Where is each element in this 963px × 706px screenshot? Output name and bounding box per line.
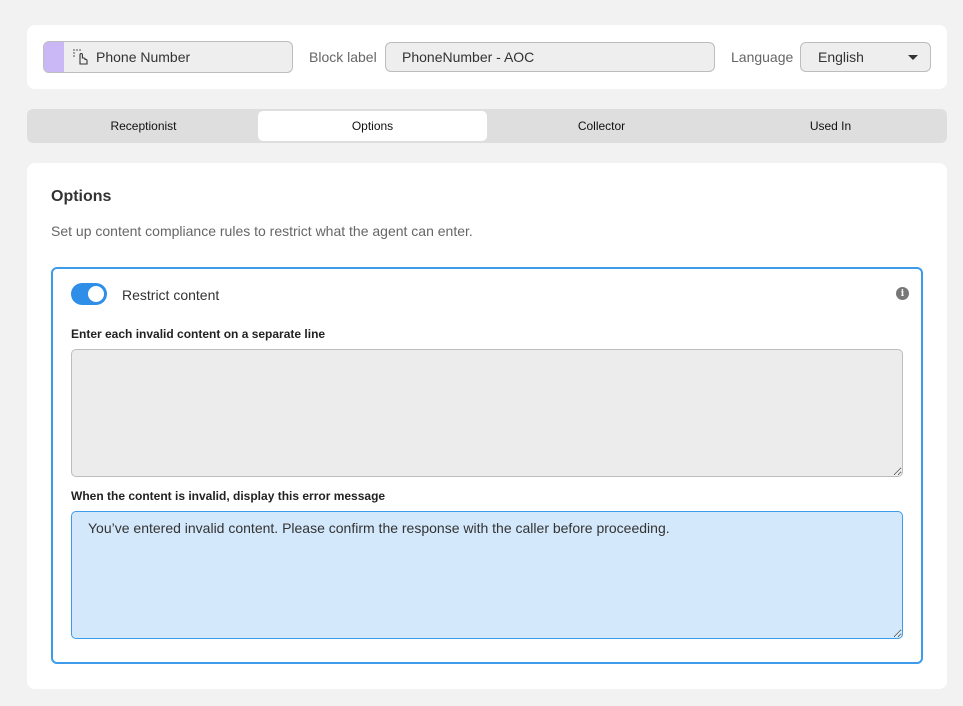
info-icon[interactable]: i (896, 287, 909, 300)
tab-bar: Receptionist Options Collector Used In (27, 109, 947, 143)
toggle-knob (88, 286, 104, 302)
options-description: Set up content compliance rules to restr… (51, 223, 473, 239)
chevron-down-icon (908, 55, 918, 60)
invalid-content-label: Enter each invalid content on a separate… (71, 327, 326, 341)
tab-collector[interactable]: Collector (487, 111, 716, 141)
error-message-label: When the content is invalid, display thi… (71, 489, 386, 503)
error-message-textarea[interactable]: You’ve entered invalid content. Please c… (71, 511, 903, 639)
restrict-content-toggle[interactable] (71, 283, 107, 305)
language-select[interactable]: English (800, 42, 931, 72)
options-panel: Options Set up content compliance rules … (27, 163, 947, 689)
language-value: English (818, 49, 864, 65)
options-title: Options (51, 188, 112, 205)
restrict-content-label: Restrict content (122, 287, 220, 303)
block-color-stripe (44, 42, 64, 72)
block-label-caption: Block label (309, 49, 377, 65)
invalid-content-textarea[interactable] (71, 349, 903, 477)
restrict-content-section: Restrict content i Enter each invalid co… (51, 267, 923, 664)
tab-receptionist[interactable]: Receptionist (29, 111, 258, 141)
tab-options[interactable]: Options (258, 111, 487, 141)
block-label-input[interactable] (385, 42, 715, 72)
drag-hand-icon[interactable] (70, 46, 92, 68)
block-name-chip[interactable]: Phone Number (43, 41, 293, 73)
block-name-label: Phone Number (96, 49, 191, 65)
tab-used-in[interactable]: Used In (716, 111, 945, 141)
language-caption: Language (731, 49, 794, 65)
block-header-card: Phone Number Block label Language Englis… (27, 25, 947, 89)
